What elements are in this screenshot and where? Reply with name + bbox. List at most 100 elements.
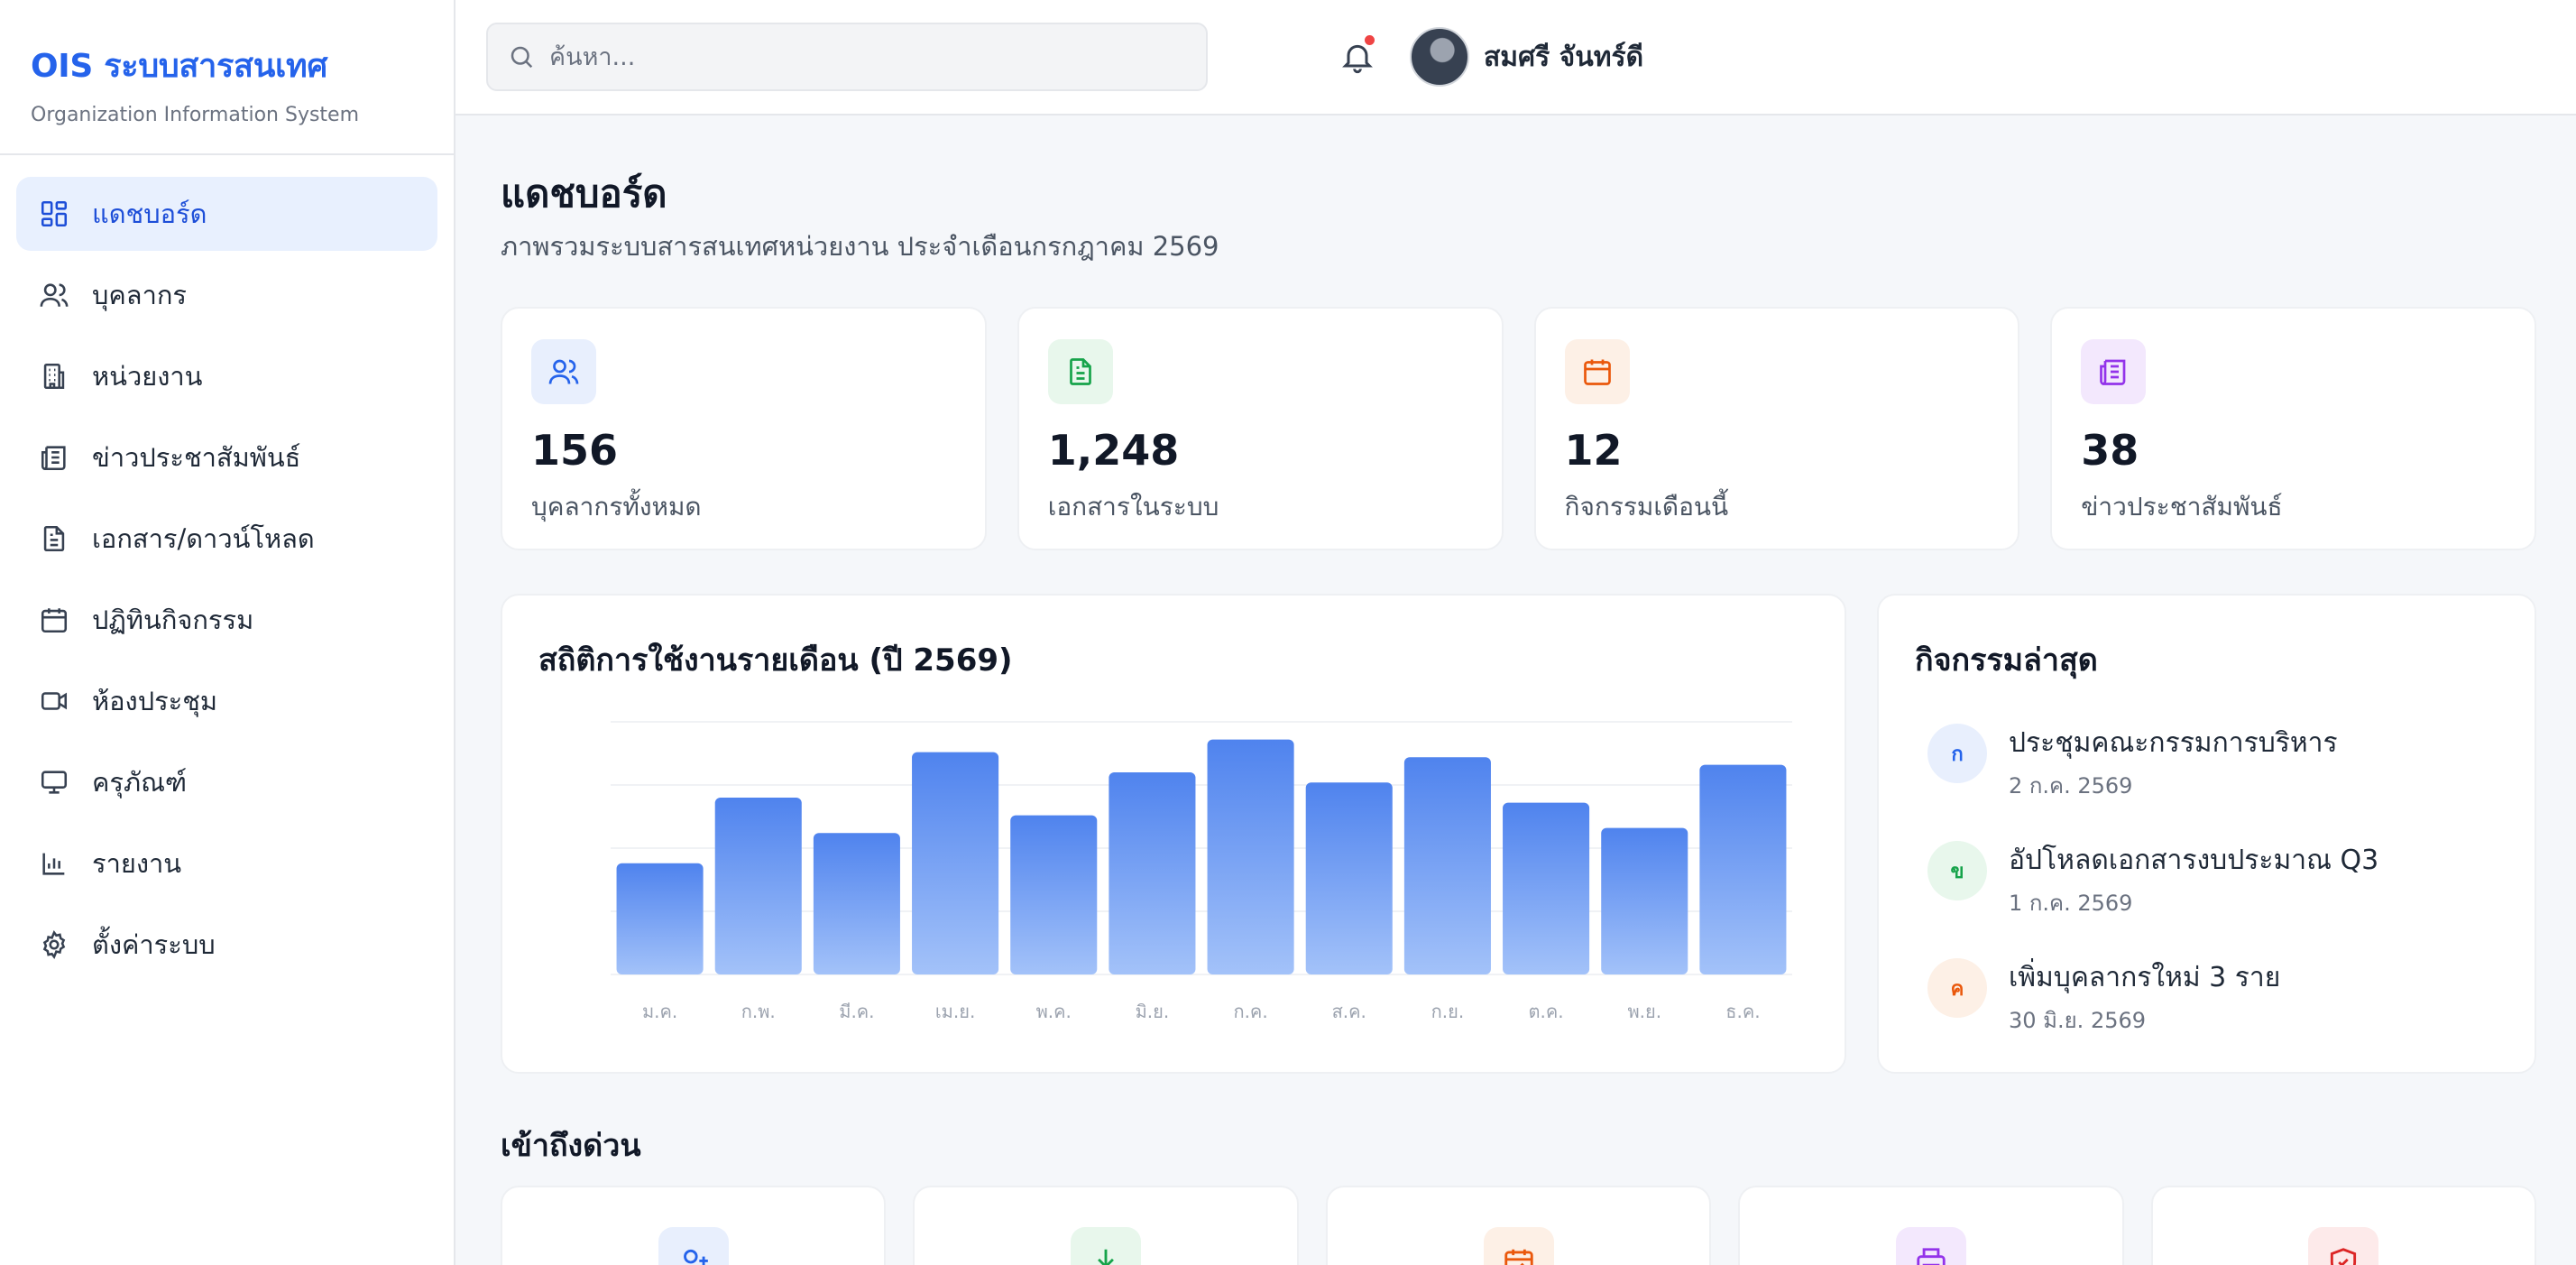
- activity-badge: ข: [1927, 841, 1987, 900]
- calendar-icon: [38, 604, 70, 636]
- sidebar-item-label: แดชบอร์ด: [92, 199, 207, 229]
- brand-subtitle: Organization Information System: [31, 104, 360, 126]
- sidebar-item-departments[interactable]: หน่วยงาน: [16, 339, 437, 413]
- activity-date: 2 ก.ค. 2569: [2009, 773, 2133, 799]
- activity-item[interactable]: ค เพิ่มบุคลากรใหม่ 3 ราย 30 มิ.ย. 2569: [1927, 956, 2378, 1074]
- chart-x-tick-label: ก.ค.: [1233, 1001, 1267, 1022]
- stat-card-documents[interactable]: 1,248 เอกสารในระบบ: [1017, 307, 1504, 550]
- document-icon: [1069, 358, 1091, 385]
- stat-card-personnel[interactable]: 156 บุคลากรทั้งหมด: [501, 307, 987, 550]
- search-box[interactable]: [486, 23, 1208, 91]
- chart-bar[interactable]: [1207, 739, 1294, 974]
- page-title: แดชบอร์ด: [501, 171, 667, 216]
- chart-bar[interactable]: [1010, 815, 1098, 974]
- newspaper-icon: [2100, 359, 2126, 385]
- chart-bar[interactable]: [1601, 827, 1688, 974]
- sidebar-item-personnel[interactable]: บุคลากร: [16, 258, 437, 332]
- chart-bar[interactable]: [1503, 802, 1590, 974]
- sidebar-item-equipment[interactable]: ครุภัณฑ์: [16, 745, 437, 819]
- chart-x-tick-label: ส.ค.: [1332, 1001, 1366, 1022]
- quick-access-title: เข้าถึงด่วน: [501, 1128, 641, 1164]
- quick-icon-box: [1895, 1227, 1966, 1265]
- document-icon: [38, 522, 70, 555]
- search-input[interactable]: [549, 42, 1186, 71]
- recent-activities-card: กิจกรรมล่าสุด ก ประชุมคณะกรรมการบริหาร 2…: [1877, 594, 2536, 1074]
- download-icon: [1098, 1249, 1115, 1265]
- quick-security-button[interactable]: [2150, 1186, 2537, 1265]
- quick-print-button[interactable]: [1738, 1186, 2124, 1265]
- chart-bar[interactable]: [616, 863, 704, 974]
- activity-item[interactable]: ก ประชุมคณะกรรมการบริหาร 2 ก.ค. 2569: [1927, 722, 2378, 839]
- sidebar-item-label: ห้องประชุม: [92, 686, 218, 716]
- sidebar-nav: แดชบอร์ด บุคลากร หน่วยงาน ข่าวประชาสัมพั…: [0, 155, 454, 1011]
- stat-icon: [1564, 339, 1630, 404]
- newspaper-icon: [38, 441, 70, 474]
- usage-chart-card: ม.ค. ก.พ. มี.ค. เม.ย. พ.ค. มิ.ย. ก.ค. ส.ค. ก.ย. ต…: [501, 594, 1846, 1074]
- user-menu[interactable]: สมศรี จันทร์ดี: [1410, 27, 1643, 87]
- sidebar-item-meeting-rooms[interactable]: ห้องประชุม: [16, 664, 437, 738]
- sidebar-item-dashboard[interactable]: แดชบอร์ด: [16, 177, 437, 251]
- quick-add-user-button[interactable]: [501, 1186, 887, 1265]
- sidebar-item-label: ครุภัณฑ์: [92, 767, 188, 798]
- quick-download-button[interactable]: [913, 1186, 1299, 1265]
- chart-bar[interactable]: [1109, 772, 1196, 974]
- activity-item[interactable]: ข อัปโหลดเอกสารงบประมาณ Q3 1 ก.ค. 2569: [1927, 839, 2378, 956]
- brand-title[interactable]: OIS ระบบสารสนเทศ: [31, 40, 423, 91]
- users-icon: [38, 279, 70, 311]
- brand: OIS ระบบสารสนเทศ Organization Informatio…: [0, 0, 454, 155]
- building-icon: [38, 360, 70, 392]
- chart-bar[interactable]: [912, 752, 999, 974]
- chart-x-tick-label: พ.ค.: [1036, 1001, 1072, 1022]
- chart-bar[interactable]: [1699, 764, 1787, 974]
- avatar[interactable]: [1410, 27, 1469, 87]
- chart-bar[interactable]: [714, 798, 802, 974]
- activities-title: กิจกรรมล่าสุด: [1915, 642, 2098, 679]
- chart-bar[interactable]: [1305, 782, 1393, 974]
- chart-bar[interactable]: [813, 833, 900, 974]
- activity-date: 30 มิ.ย. 2569: [2009, 1008, 2147, 1033]
- stat-label: บุคลากรทั้งหมด: [531, 492, 702, 522]
- sidebar-item-calendar[interactable]: ปฏิทินกิจกรรม: [16, 583, 437, 657]
- sidebar-item-reports[interactable]: รายงาน: [16, 826, 437, 900]
- notification-button[interactable]: [1335, 33, 1380, 79]
- activity-title: เพิ่มบุคลากรใหม่ 3 ราย: [2009, 962, 2281, 993]
- sidebar-item-settings[interactable]: ตั้งค่าระบบ: [16, 908, 437, 982]
- stat-value: 12: [1564, 426, 1623, 475]
- users-icon: [548, 359, 579, 384]
- chart-x-tick-label: เม.ย.: [935, 1001, 975, 1022]
- sidebar: OIS ระบบสารสนเทศ Organization Informatio…: [0, 0, 455, 1265]
- chart-x-tick-label: ธ.ค.: [1725, 1001, 1760, 1022]
- activities-list: ก ประชุมคณะกรรมการบริหาร 2 ก.ค. 2569 ข อ…: [1927, 722, 2378, 1074]
- sidebar-item-label: ตั้งค่าระบบ: [92, 929, 216, 960]
- quick-calendar-button[interactable]: [1325, 1186, 1712, 1265]
- sidebar-item-documents[interactable]: เอกสาร/ดาวน์โหลด: [16, 502, 437, 576]
- chart-x-tick-label: มี.ค.: [839, 1001, 874, 1022]
- stat-card-activities[interactable]: 12 กิจกรรมเดือนนี้: [1533, 307, 2020, 550]
- stat-label: เอกสารในระบบ: [1047, 492, 1219, 522]
- quick-icon-box: [1071, 1227, 1142, 1265]
- chart-x-tick-label: มิ.ย.: [1136, 1001, 1170, 1022]
- sidebar-item-label: หน่วยงาน: [92, 361, 203, 392]
- stats-row: 156 บุคลากรทั้งหมด 1,248 เอกสารในระบบ 12…: [501, 307, 2536, 550]
- stat-label: ข่าวประชาสัมพันธ์: [2081, 492, 2283, 522]
- chart-x-tick-label: ม.ค.: [642, 1001, 677, 1022]
- chart-bar[interactable]: [1403, 757, 1491, 974]
- sidebar-item-news[interactable]: ข่าวประชาสัมพันธ์: [16, 420, 437, 494]
- activity-title: ประชุมคณะกรรมการบริหาร: [2009, 727, 2338, 759]
- chart-x-tick-label: ก.พ.: [741, 1001, 776, 1022]
- chart-x-tick-label: ต.ค.: [1529, 1001, 1564, 1022]
- gear-icon: [38, 928, 70, 961]
- activity-badge: ค: [1927, 958, 1987, 1018]
- dashboard-icon: [38, 198, 70, 230]
- stat-card-news[interactable]: 38 ข่าวประชาสัมพันธ์: [2050, 307, 2536, 550]
- activity-date: 1 ก.ค. 2569: [2009, 891, 2133, 916]
- activity-badge: ก: [1927, 724, 1987, 783]
- stat-icon: [531, 339, 596, 404]
- quick-access-row: [501, 1186, 2537, 1265]
- stat-value: 156: [531, 426, 619, 475]
- quick-icon-box: [2308, 1227, 2379, 1265]
- page-subtitle: ภาพรวมระบบสารสนเทศหน่วยงาน ประจำเดือนกรก…: [501, 231, 1219, 262]
- stat-value: 38: [2081, 426, 2139, 475]
- activity-title: อัปโหลดเอกสารงบประมาณ Q3: [2009, 845, 2379, 876]
- printer-icon: [1917, 1248, 1946, 1265]
